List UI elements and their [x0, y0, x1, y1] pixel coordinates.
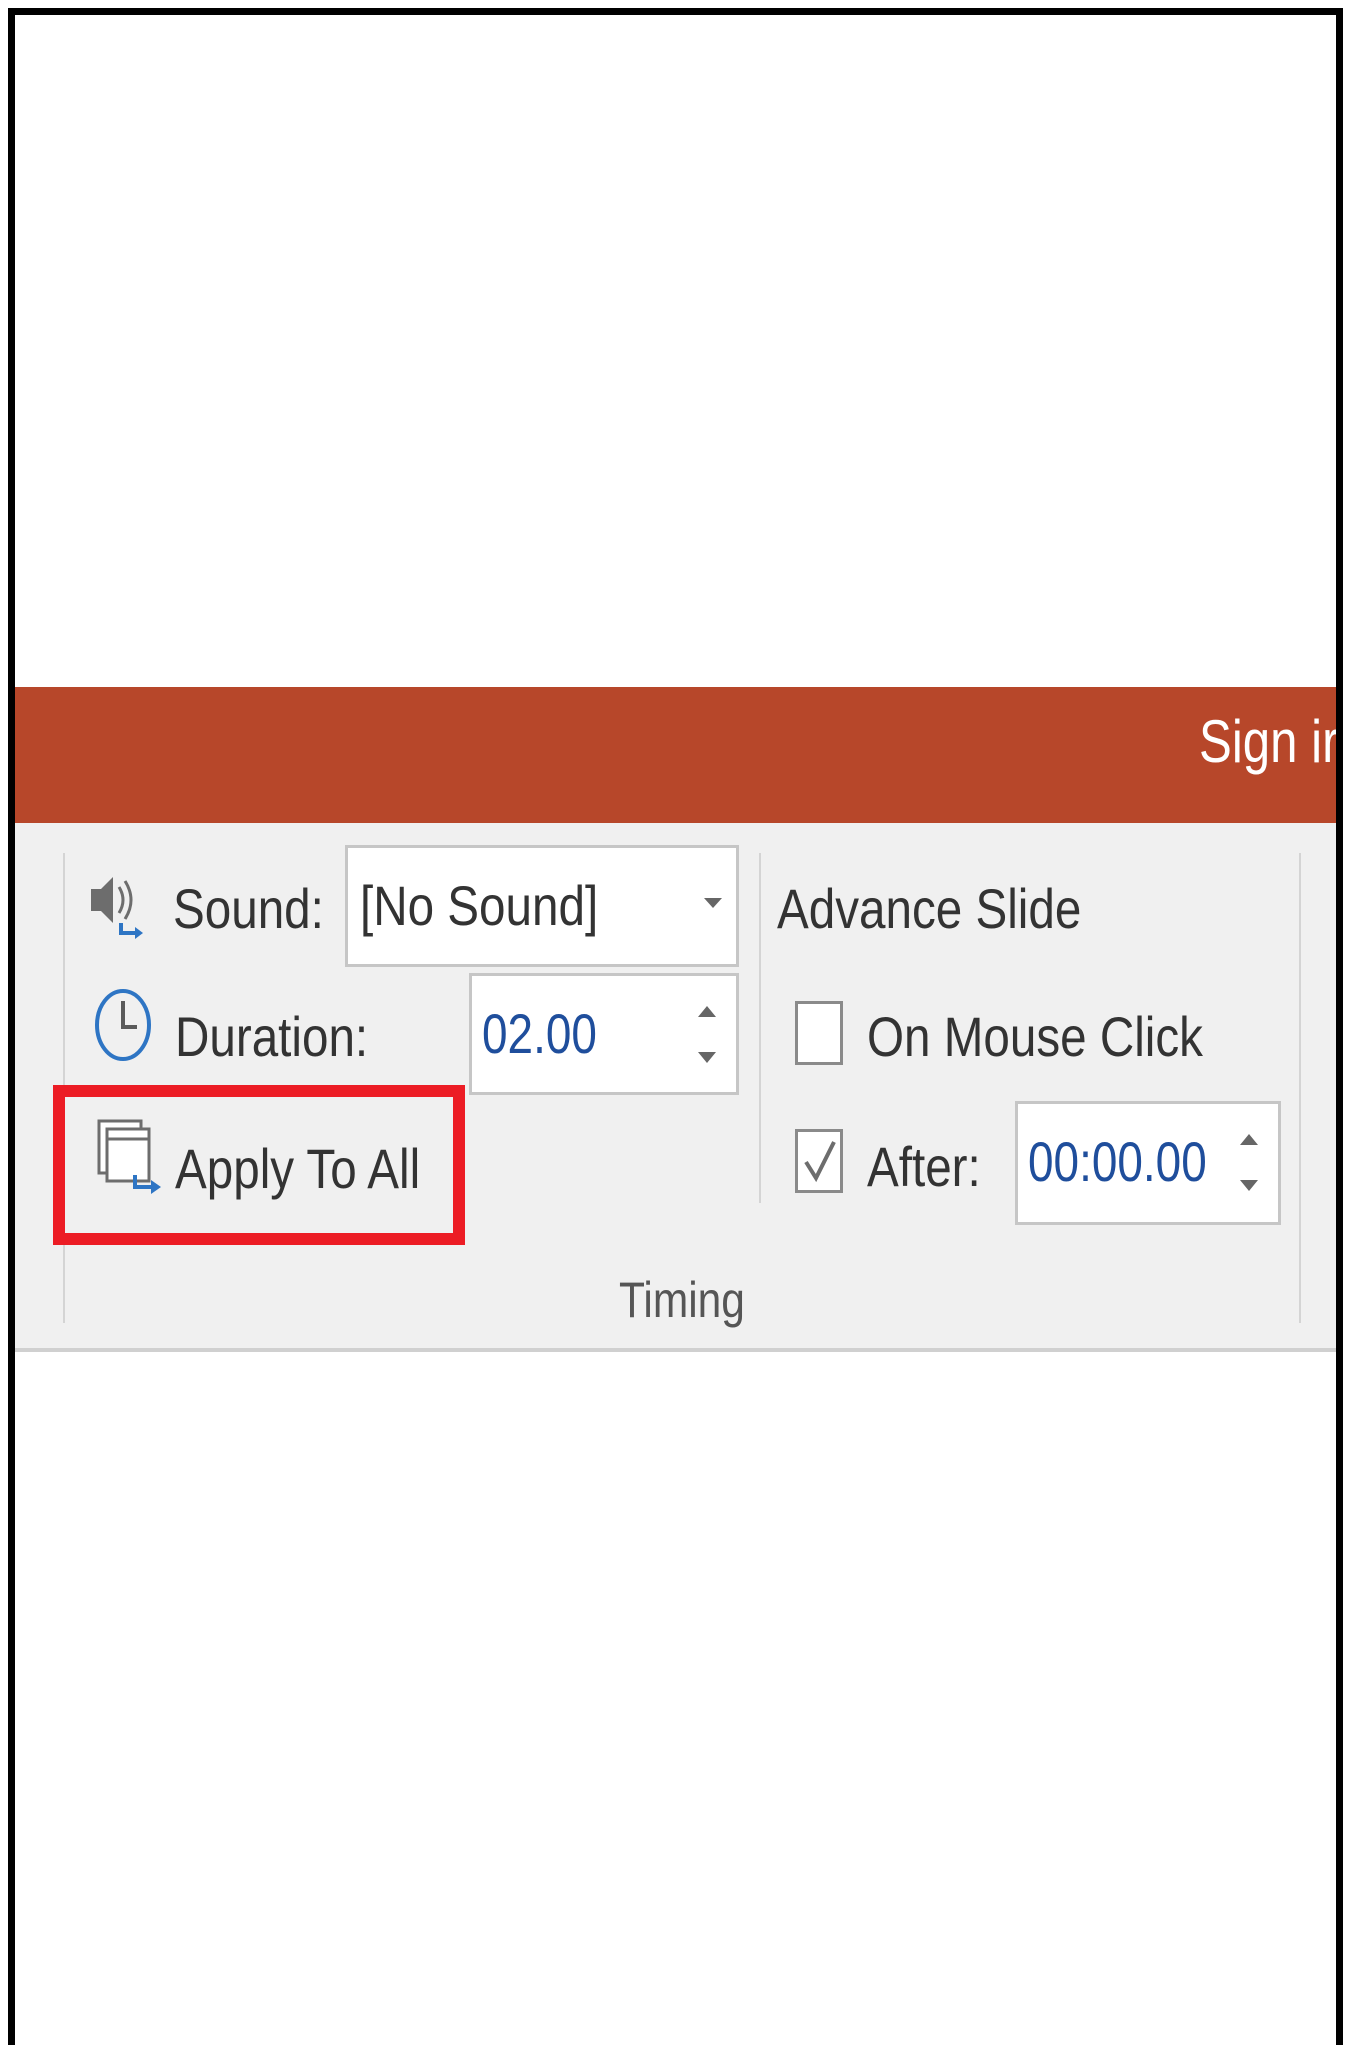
ribbon-timing-group: Sound: [No Sound] Duration: 02.00 Apply … [15, 823, 1336, 1352]
sign-in-link[interactable]: Sign ir [1199, 707, 1336, 776]
spin-up-icon[interactable] [1240, 1134, 1258, 1145]
sound-label: Sound: [173, 877, 324, 940]
spin-up-icon[interactable] [698, 1006, 716, 1017]
title-bar: Sign ir [15, 687, 1336, 823]
sound-dropdown[interactable]: [No Sound] [345, 845, 739, 967]
group-separator-right [1299, 853, 1301, 1323]
after-label: After: [867, 1135, 981, 1198]
after-value: 00:00.00 [1028, 1130, 1207, 1193]
checkmark-icon [804, 1141, 836, 1183]
sound-dropdown-value: [No Sound] [360, 874, 599, 937]
after-spinner[interactable]: 00:00.00 [1015, 1101, 1281, 1225]
duration-label: Duration: [175, 1005, 369, 1068]
on-mouse-click-checkbox[interactable] [795, 1001, 843, 1065]
clock-icon [93, 985, 157, 1070]
after-checkbox[interactable] [795, 1129, 843, 1193]
advance-slide-heading: Advance Slide [777, 877, 1082, 940]
apply-to-all-highlight [53, 1085, 465, 1245]
duration-spinner[interactable]: 02.00 [469, 973, 739, 1095]
speaker-icon [87, 865, 147, 950]
timing-group-label: Timing [619, 1272, 745, 1328]
on-mouse-click-label[interactable]: On Mouse Click [867, 1009, 1203, 1065]
spin-down-icon[interactable] [698, 1052, 716, 1063]
screenshot-frame: Sign ir Sound: [No Sound] Duration: 02.0… [8, 8, 1343, 2045]
duration-value: 02.00 [482, 1002, 597, 1065]
spin-down-icon[interactable] [1240, 1180, 1258, 1191]
column-separator [759, 853, 761, 1203]
chevron-down-icon[interactable] [704, 898, 722, 908]
